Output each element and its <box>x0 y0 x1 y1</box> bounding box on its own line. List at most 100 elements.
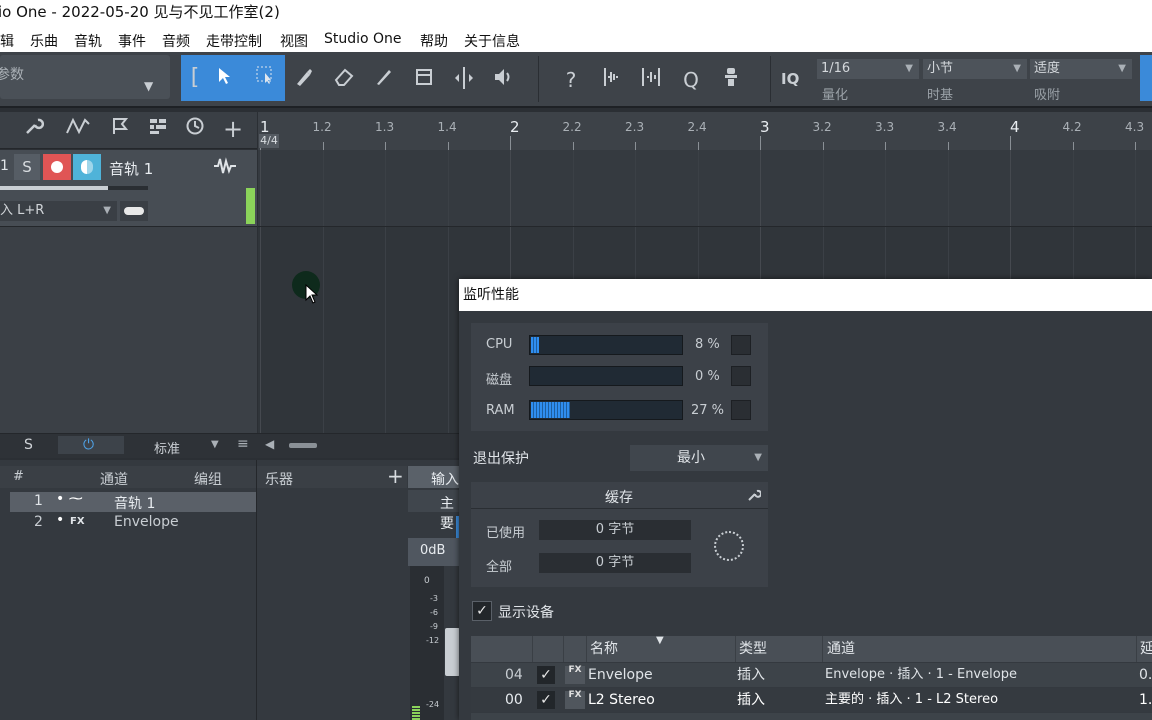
table-row[interactable]: 00 ✓ FX L2 Stereo 插入 主要的 · 插入 · 1 - L2 S… <box>471 688 1152 712</box>
time-signature[interactable]: 4/4 <box>259 134 279 148</box>
menu-event[interactable]: 事件 <box>118 31 146 51</box>
bend-tool-icon[interactable] <box>450 66 478 94</box>
volume-slider[interactable] <box>0 186 108 190</box>
dialog-titlebar[interactable]: 监听性能 <box>459 279 1152 311</box>
ruler-tick <box>1135 142 1136 150</box>
menu-track[interactable]: 音轨 <box>74 31 102 51</box>
solo-button[interactable]: S <box>14 154 40 180</box>
row-enable-checkbox[interactable]: ✓ <box>537 666 555 684</box>
mute-tool-icon[interactable] <box>410 66 438 94</box>
audio-stretch-icon[interactable] <box>637 66 665 94</box>
wrench-icon[interactable] <box>20 115 48 143</box>
track-lane[interactable] <box>258 150 1152 227</box>
toolbar-divider <box>538 56 539 102</box>
ram-meter-fill <box>531 402 571 418</box>
row-enable-checkbox[interactable]: ✓ <box>537 691 555 709</box>
monitor-button[interactable] <box>73 154 101 180</box>
view-mode-value[interactable]: 标准 <box>154 438 180 457</box>
tempo-icon[interactable] <box>181 115 209 143</box>
range-tool-icon[interactable] <box>251 64 279 92</box>
listen-tool-icon[interactable] <box>490 66 518 94</box>
track-name[interactable]: 音轨 1 <box>109 158 153 179</box>
scroll-left-icon[interactable]: ◀ <box>265 437 274 451</box>
channel-row[interactable]: 1 • ⁓ 音轨 1 <box>10 491 256 512</box>
help-icon[interactable]: ? <box>557 66 585 94</box>
col-latency[interactable]: 延 <box>1140 636 1152 662</box>
timebase-dropdown[interactable]: 小节 ▼ <box>923 59 1027 79</box>
table-row[interactable] <box>471 713 1152 720</box>
fader-handle[interactable] <box>445 628 460 676</box>
horizontal-scrollbar-thumb[interactable] <box>289 443 317 448</box>
split-tool-icon[interactable] <box>290 66 318 94</box>
snap-dropdown[interactable]: 适度 ▼ <box>1030 59 1132 79</box>
eraser-tool-icon[interactable] <box>330 66 358 94</box>
paint-tool-icon[interactable] <box>370 66 398 94</box>
col-group: 编组 <box>194 472 222 488</box>
disk-peak-indicator <box>731 366 751 386</box>
divider <box>256 460 257 720</box>
menu-transport[interactable]: 走带控制 <box>206 31 262 51</box>
col-divider <box>586 636 587 662</box>
track-header[interactable]: 1 S 音轨 1 入 L+R ▼ <box>0 150 257 227</box>
fx-icon-label: FX <box>568 690 582 700</box>
ruler-tick <box>385 142 386 150</box>
scale-mark: 0 <box>424 576 430 586</box>
quantize-label: 量化 <box>822 88 849 103</box>
show-devices-checkbox[interactable]: ✓ <box>472 601 492 621</box>
cpu-peak-indicator <box>731 335 751 355</box>
ruler-beat-label: 1.4 <box>437 120 457 134</box>
table-row[interactable]: 04 ✓ FX Envelope 插入 Envelope · 插入 · 1 - … <box>471 663 1152 687</box>
marker-icon[interactable] <box>106 115 134 143</box>
menu-lines-icon[interactable]: ≡ <box>237 436 249 452</box>
tool-group: [ <box>181 55 285 101</box>
track-level-meter <box>246 188 255 224</box>
input-tab[interactable]: 输入 <box>408 466 460 488</box>
row-number: 04 <box>505 667 523 683</box>
menu-edit[interactable]: 辑 <box>0 31 14 51</box>
channel-row[interactable]: 2 • FX Envelope <box>10 512 256 532</box>
col-type[interactable]: 类型 <box>739 636 767 662</box>
col-divider <box>822 636 823 662</box>
tone-toggle[interactable] <box>120 201 148 221</box>
arrow-tool-icon[interactable] <box>211 64 239 92</box>
menu-view[interactable]: 视图 <box>280 31 308 51</box>
right-panel-toggle[interactable] <box>1140 55 1152 101</box>
waveform-icon[interactable] <box>213 156 237 180</box>
menu-audio[interactable]: 音频 <box>162 31 190 51</box>
audio-bend-icon[interactable] <box>597 66 625 94</box>
menu-studio-one[interactable]: Studio One <box>324 31 402 47</box>
timeline-ruler[interactable]: 1 1.2 1.3 1.4 2 2.2 2.3 2.4 3 3.2 3.3 3.4 4 4.2 4.3 4/… <box>258 112 1152 151</box>
channel-number: 1 <box>34 493 43 509</box>
menu-about[interactable]: 关于信息 <box>464 31 520 51</box>
footer-solo-button[interactable]: S <box>24 437 33 453</box>
quantize-icon[interactable]: Q <box>677 66 705 94</box>
quantize-dropdown[interactable]: 1/16 ▼ <box>817 59 919 79</box>
row-name: Envelope <box>588 667 653 683</box>
cpu-meter-fill <box>531 337 539 353</box>
metronome-icon[interactable] <box>717 66 745 94</box>
ruler-tick <box>572 142 574 150</box>
input-selector[interactable]: 入 L+R ▼ <box>0 201 117 221</box>
menu-help[interactable]: 帮助 <box>420 31 448 51</box>
iq-button[interactable]: IQ <box>781 70 799 88</box>
volume-slider-track <box>108 186 148 190</box>
menu-song[interactable]: 乐曲 <box>30 31 58 51</box>
toggle-icon <box>124 207 144 215</box>
row-type: 插入 <box>737 667 765 683</box>
add-track-icon[interactable]: + <box>219 115 247 143</box>
track-list-empty-area[interactable] <box>0 227 257 433</box>
dropout-protection-dropdown[interactable]: 最小 ▼ <box>630 445 768 471</box>
col-channel[interactable]: 通道 <box>827 636 855 662</box>
add-instrument-icon[interactable]: + <box>387 464 404 488</box>
col-name[interactable]: 名称 <box>590 636 618 662</box>
wrench-icon[interactable] <box>747 487 762 506</box>
arranger-icon[interactable] <box>144 115 172 143</box>
grid-line <box>572 150 574 226</box>
main-tab[interactable]: 主要 <box>408 490 460 532</box>
record-button[interactable] <box>43 154 71 180</box>
cache-panel: 缓存 已使用 0 字节 全部 0 字节 <box>471 482 768 587</box>
automation-icon[interactable] <box>64 115 92 143</box>
power-button[interactable]: ⏻ <box>58 436 124 454</box>
scale-mark: -9 <box>430 622 438 631</box>
parameter-box[interactable]: 参数 ▼ <box>0 55 170 99</box>
